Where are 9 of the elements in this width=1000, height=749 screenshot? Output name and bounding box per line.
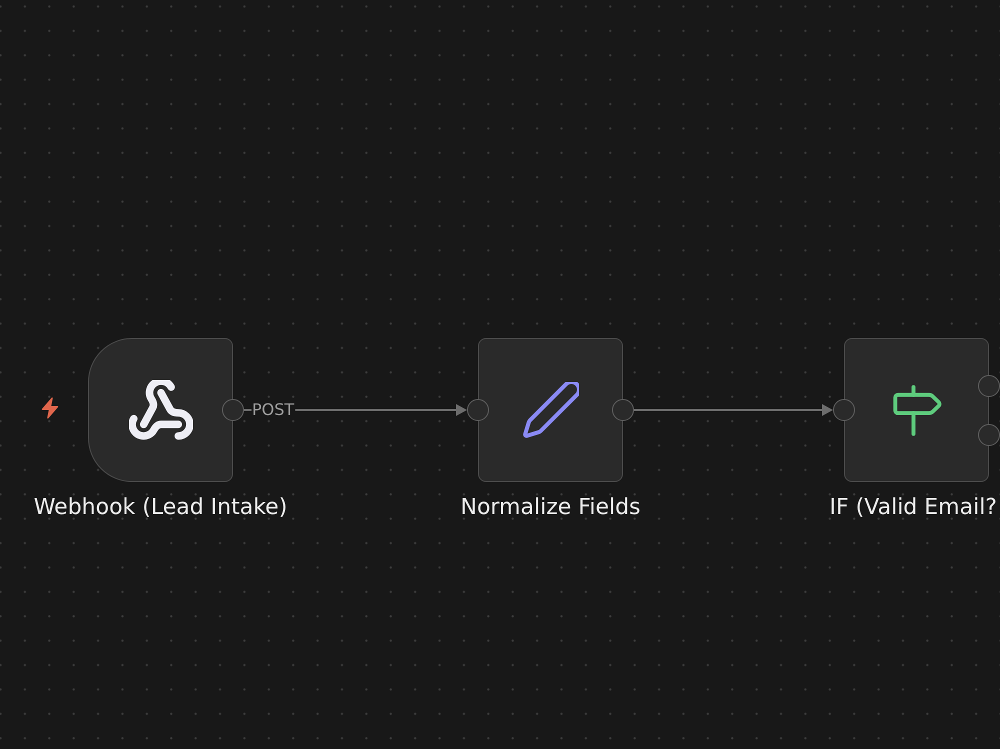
edge-label: POST [252,401,294,419]
workflow-node[interactable] [88,338,233,482]
workflow-node[interactable] [844,338,989,482]
pencil-icon [522,382,578,438]
node-label: Normalize Fields [460,495,641,521]
workflow-node[interactable] [478,338,623,482]
node-label: IF (Valid Email? [830,495,997,521]
webhook-icon [128,380,192,440]
node-label: Webhook (Lead Intake) [34,495,288,521]
